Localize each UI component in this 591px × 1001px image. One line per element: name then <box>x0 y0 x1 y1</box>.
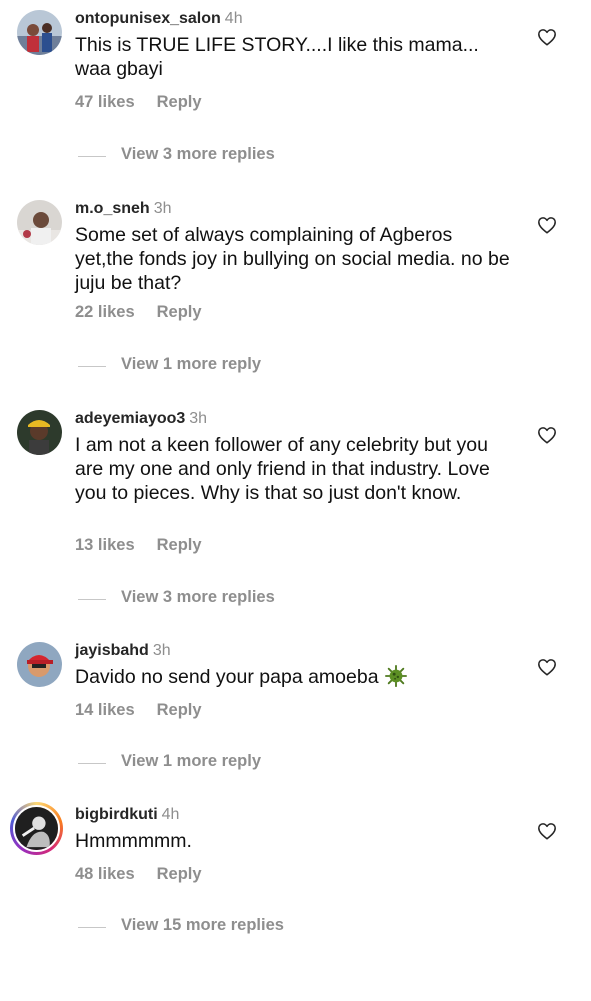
avatar[interactable] <box>17 10 62 55</box>
likes-count[interactable]: 14 likes <box>75 701 135 719</box>
comment-text: This is TRUE LIFE STORY....I like this m… <box>75 34 479 80</box>
reply-button[interactable]: Reply <box>157 865 202 883</box>
timestamp: 4h <box>224 10 243 27</box>
comment-actions: 47 likes Reply <box>75 93 224 112</box>
avatar[interactable] <box>17 200 62 245</box>
comment-item: adeyemiayoo3 3h I am not a keen follower … <box>0 400 591 606</box>
comment-item: ontopunisex_salon 4h This is TRUE LIFE ST… <box>0 0 591 205</box>
username[interactable]: bigbirdkuti <box>75 806 158 823</box>
comment-actions: 13 likes Reply <box>75 536 224 555</box>
heart-outline-icon[interactable] <box>537 28 557 46</box>
comment-meta: adeyemiayoo3 3h <box>75 409 207 429</box>
comment-text-body: Davido no send your papa amoeba <box>75 666 379 688</box>
timestamp: 3h <box>152 642 171 659</box>
reply-button[interactable]: Reply <box>157 701 202 719</box>
comment-meta: ontopunisex_salon 4h <box>75 9 243 29</box>
avatar-image <box>13 805 60 852</box>
heart-outline-icon[interactable] <box>537 822 557 840</box>
avatar[interactable] <box>17 410 62 455</box>
replies-divider <box>78 927 106 928</box>
reply-button[interactable]: Reply <box>157 93 202 111</box>
microbe-emoji <box>384 665 407 687</box>
view-replies-label: View 3 more replies <box>121 145 275 163</box>
comment-item: bigbirdkuti 4h Hmmmmmm. 48 likes Reply Vie… <box>0 796 591 1001</box>
reply-button[interactable]: Reply <box>157 536 202 554</box>
comment-actions: 14 likes Reply <box>75 701 224 720</box>
replies-divider <box>78 763 106 764</box>
comment-text: Hmmmmmm. <box>75 830 192 852</box>
view-replies-label: View 1 more reply <box>121 752 262 770</box>
timestamp: 3h <box>189 410 208 427</box>
comment-meta: bigbirdkuti 4h <box>75 805 179 825</box>
comment-actions: 22 likes Reply <box>75 303 224 322</box>
replies-divider <box>78 366 106 367</box>
username[interactable]: m.o_sneh <box>75 200 150 217</box>
reply-button[interactable]: Reply <box>157 303 202 321</box>
view-replies-label: View 3 more replies <box>121 588 275 606</box>
username[interactable]: jayisbahd <box>75 642 149 659</box>
likes-count[interactable]: 48 likes <box>75 865 135 883</box>
timestamp: 4h <box>161 806 180 823</box>
comment-meta: m.o_sneh 3h <box>75 199 171 219</box>
heart-outline-icon[interactable] <box>537 216 557 234</box>
comment-text: Davido no send your papa amoeba <box>75 665 515 689</box>
avatar[interactable] <box>17 642 62 687</box>
comment-meta: jayisbahd 3h <box>75 641 171 661</box>
likes-count[interactable]: 13 likes <box>75 536 135 554</box>
timestamp: 3h <box>153 200 172 217</box>
replies-divider <box>78 156 106 157</box>
avatar[interactable] <box>10 802 63 855</box>
heart-outline-icon[interactable] <box>537 426 557 444</box>
view-replies-label: View 15 more replies <box>121 916 284 934</box>
likes-count[interactable]: 22 likes <box>75 303 135 321</box>
username[interactable]: adeyemiayoo3 <box>75 410 185 427</box>
comment-text: Some set of always complaining of Agbero… <box>75 224 510 294</box>
username[interactable]: ontopunisex_salon <box>75 10 221 27</box>
comment-text: I am not a keen follower of any celebrit… <box>75 434 490 504</box>
comment-actions: 48 likes Reply <box>75 865 224 884</box>
comment-item: m.o_sneh 3h Some set of always complainin… <box>0 190 591 395</box>
likes-count[interactable]: 47 likes <box>75 93 135 111</box>
heart-outline-icon[interactable] <box>537 658 557 676</box>
view-replies-label: View 1 more reply <box>121 355 262 373</box>
replies-divider <box>78 599 106 600</box>
